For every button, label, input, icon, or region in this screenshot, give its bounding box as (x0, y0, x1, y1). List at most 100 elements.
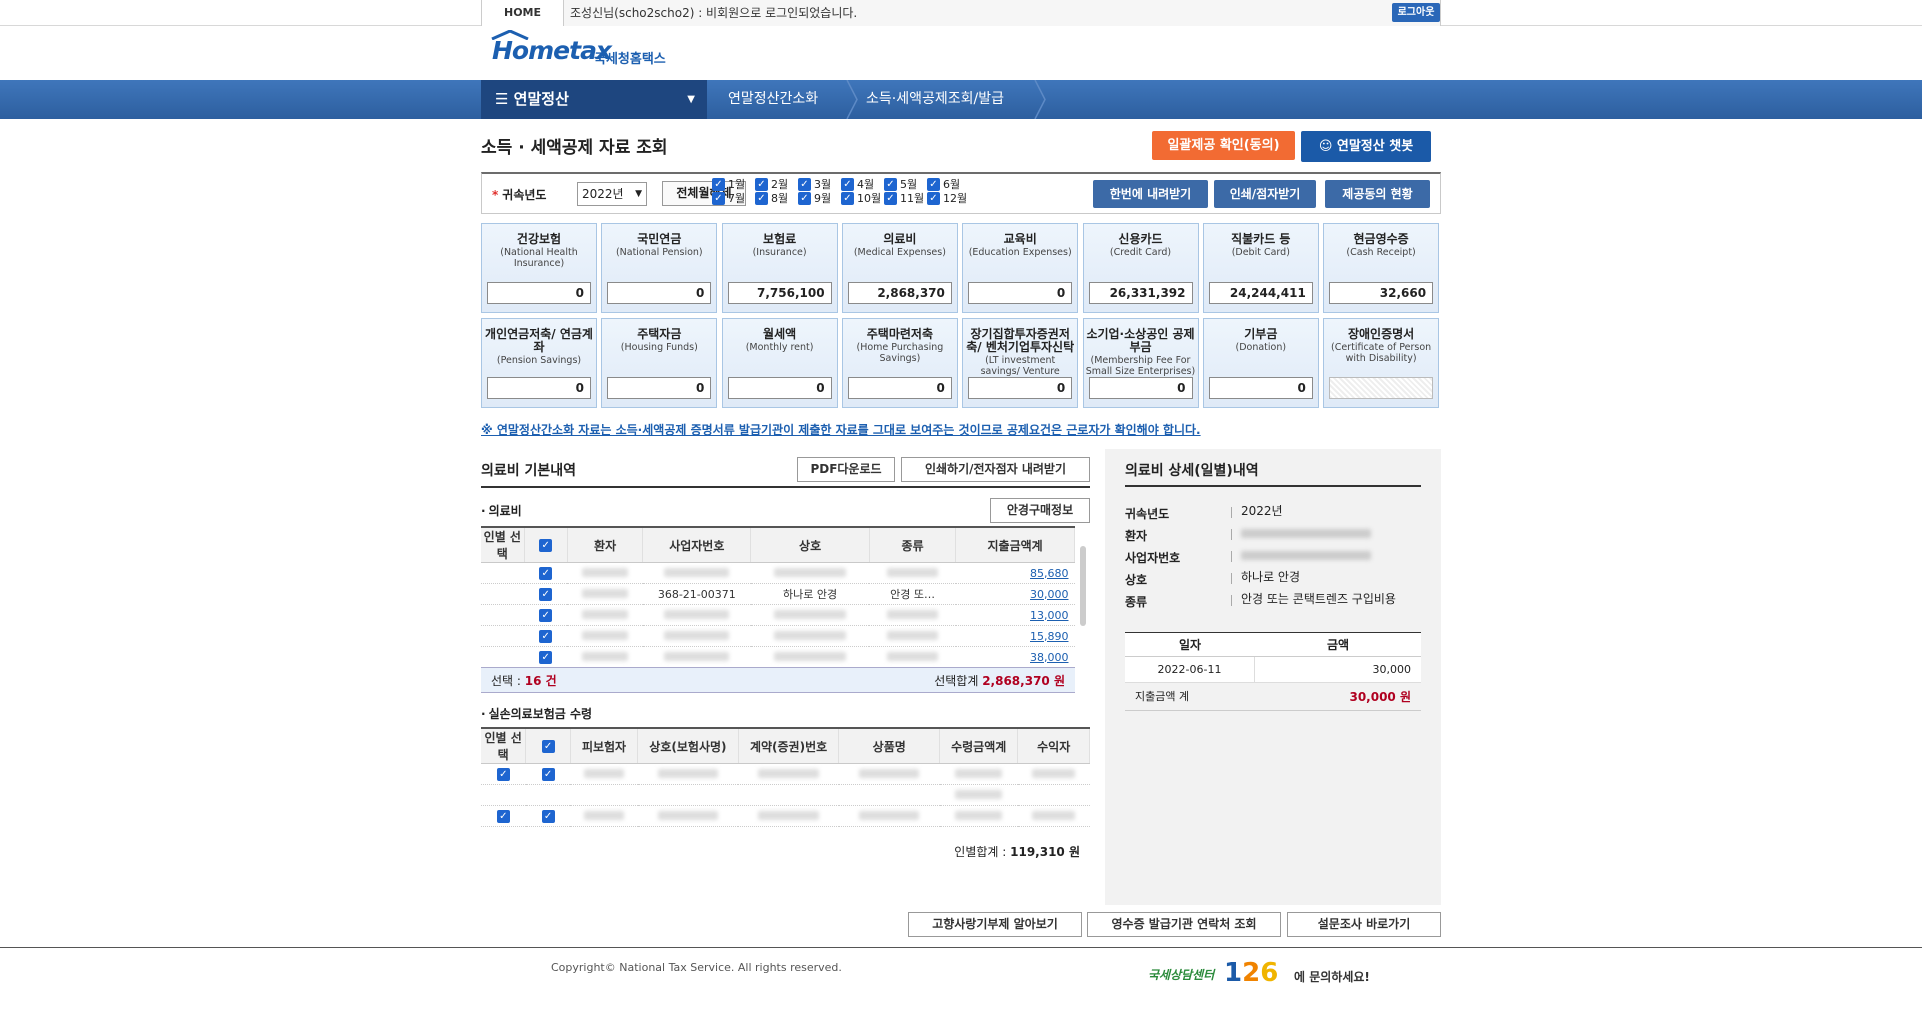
page-title: 소득 · 세액공제 자료 조회 (481, 138, 668, 158)
deduction-card[interactable]: 건강보험 (National Health Insurance) 0 (481, 223, 597, 313)
col-date: 일자 (1178, 638, 1202, 652)
row-checkbox[interactable]: ✓ (496, 809, 510, 823)
hometax-logo[interactable]: Hometax 국세청홈택스 (488, 30, 678, 74)
month-checkbox[interactable]: ✓ 12월 (927, 192, 967, 205)
row-checkbox[interactable]: ✓ (541, 767, 555, 781)
month-checkbox[interactable]: ✓ 11월 (884, 192, 924, 205)
deduction-card[interactable]: 교육비 (Education Expenses) 0 (962, 223, 1079, 313)
column-header: ✓ (524, 528, 568, 563)
checkbox-checked-icon: ✓ (798, 192, 811, 205)
month-checkbox[interactable]: ✓ 1월 (712, 178, 745, 191)
deduction-card[interactable]: 주택마련저축 (Home Purchasing Savings) 0 (841, 318, 958, 408)
amount-link[interactable]: 13,000 (1030, 609, 1069, 622)
month-checkbox[interactable]: ✓ 8월 (755, 192, 788, 205)
cell (637, 784, 739, 806)
deduction-card[interactable]: 장애인증명서 (Certificate of Person with Disabi… (1323, 318, 1440, 408)
bizno-cell (642, 625, 751, 647)
name-cell (750, 625, 870, 647)
cell: ✓ (481, 805, 526, 827)
deduction-card[interactable]: 신용카드 (Credit Card) 26,331,392 (1082, 223, 1199, 313)
column-header: 지출금액계 (955, 528, 1075, 563)
cell: ✓ (524, 625, 568, 647)
amount-link[interactable]: 15,890 (1030, 630, 1069, 643)
issuer-contact-button[interactable]: 영수증 발급기관 연락처 조회 (1087, 912, 1281, 937)
deduction-card[interactable]: 현금영수증 (Cash Receipt) 32,660 (1323, 223, 1440, 313)
hometown-donation-button[interactable]: 고향사랑기부제 알아보기 (908, 912, 1082, 937)
insurance-sub-label: 실손의료보험금 수령 (481, 705, 593, 722)
table-row[interactable]: ✓ ✓ (481, 805, 1090, 827)
nav-menu-yearend[interactable]: ☰ 연말정산 ▼ (481, 80, 707, 119)
amount-link[interactable]: 38,000 (1030, 651, 1069, 664)
deduction-card[interactable]: 장기집합투자증권저축/ 벤처기업투자신탁 (LT investment savin… (962, 318, 1079, 408)
select-all-checkbox[interactable]: ✓ (539, 539, 553, 552)
month-checkbox[interactable]: ✓ 5월 (884, 178, 917, 191)
detail-field-value: 안경 또는 콘택트렌즈 구입비용 (1241, 592, 1396, 606)
notice-text[interactable]: ※ 연말정산간소화 자료는 소득·세액공제 증명서류 발급기관이 제출한 자료를… (481, 421, 1201, 438)
row-checkbox[interactable]: ✓ (541, 809, 555, 823)
batch-consent-button[interactable]: 일괄제공 확인(동의) (1152, 131, 1295, 160)
amount-link[interactable]: 30,000 (1030, 588, 1069, 601)
month-checkbox[interactable]: ✓ 10월 (841, 192, 881, 205)
download-all-button[interactable]: 한번에 내려받기 (1093, 180, 1208, 208)
top-bar-inner: HOME 조성신님(scho2scho2) : 비회원으로 로그인되었습니다. … (481, 0, 1441, 26)
table-row[interactable]: ✓ 85,680 (481, 562, 1075, 584)
kind-cell (869, 646, 956, 666)
card-value: 24,244,411 (1208, 282, 1313, 304)
deduction-card[interactable]: 보험료 (Insurance) 7,756,100 (721, 223, 838, 313)
cell: ✓ (524, 583, 568, 605)
chatbot-button[interactable]: ☺ 연말정산 챗봇 (1301, 131, 1431, 162)
amount-cell: 15,890 (955, 625, 1075, 647)
deduction-card[interactable]: 소기업·소상공인 공제부금 (Membership Fee For Small S… (1082, 318, 1199, 408)
row-checkbox[interactable]: ✓ (539, 629, 553, 643)
logout-button[interactable]: 로그아웃 (1392, 3, 1440, 22)
month-checkbox[interactable]: ✓ 9월 (798, 192, 831, 205)
glasses-info-button[interactable]: 안경구매정보 (990, 498, 1090, 523)
home-link[interactable]: HOME (482, 0, 564, 26)
row-checkbox[interactable]: ✓ (539, 650, 553, 664)
print-download-button[interactable]: 인쇄하기/전자점자 내려받기 (901, 457, 1090, 482)
deduction-card[interactable]: 국민연금 (National Pension) 0 (601, 223, 718, 313)
breadcrumb-simplified[interactable]: 연말정산간소화 (728, 80, 818, 119)
call-center-number: 126 (1224, 958, 1279, 988)
print-braille-button[interactable]: 인쇄/점자받기 (1214, 180, 1316, 208)
separator (1231, 595, 1232, 606)
year-select[interactable]: 2022년 ▼ (577, 182, 647, 206)
consent-status-button[interactable]: 제공동의 현황 (1325, 180, 1430, 208)
breadcrumb-deduction[interactable]: 소득·세액공제조회/발급 (866, 80, 1004, 119)
column-header: 인별 선택 (481, 528, 525, 563)
row-checkbox[interactable]: ✓ (539, 566, 553, 580)
pdf-download-button[interactable]: PDF다운로드 (797, 457, 895, 482)
selection-count: 선택 : 16 건 (491, 674, 557, 688)
deduction-card[interactable]: 개인연금저축/ 연금계좌 (Pension Savings) 0 (481, 318, 597, 408)
row-checkbox[interactable]: ✓ (539, 608, 553, 622)
divider (1125, 485, 1421, 487)
cell: ✓ (524, 646, 568, 666)
month-checkbox[interactable]: ✓ 6월 (927, 178, 960, 191)
select-all-checkbox[interactable]: ✓ (541, 740, 555, 753)
table-row[interactable]: ✓ 13,000 (481, 604, 1075, 626)
deduction-card[interactable]: 월세액 (Monthly rent) 0 (721, 318, 838, 408)
table-row[interactable]: ✓ 38,000 (481, 646, 1075, 666)
checkbox-checked-icon: ✓ (841, 192, 854, 205)
row-checkbox[interactable]: ✓ (539, 587, 553, 601)
survey-button[interactable]: 설문조사 바로가기 (1287, 912, 1441, 937)
deduction-card[interactable]: 기부금 (Donation) 0 (1202, 318, 1319, 408)
row-checkbox[interactable]: ✓ (496, 767, 510, 781)
column-header: ✓ (525, 729, 571, 764)
month-checkbox[interactable]: ✓ 4월 (841, 178, 874, 191)
amount-link[interactable]: 85,680 (1030, 567, 1069, 580)
month-checkbox[interactable]: ✓ 2월 (755, 178, 788, 191)
deduction-card[interactable]: 주택자금 (Housing Funds) 0 (601, 318, 718, 408)
table-row[interactable]: ✓ 15,890 (481, 625, 1075, 647)
deduction-card[interactable]: 직불카드 등 (Debit Card) 24,244,411 (1202, 223, 1319, 313)
card-value: 2,868,370 (847, 282, 952, 304)
deduction-card[interactable]: 의료비 (Medical Expenses) 2,868,370 (841, 223, 958, 313)
table-row[interactable]: ✓ ✓ (481, 763, 1090, 785)
month-checkbox[interactable]: ✓ 7월 (712, 192, 745, 205)
kind-cell (869, 625, 956, 647)
table-row[interactable] (481, 784, 1090, 806)
month-checkbox[interactable]: ✓ 3월 (798, 178, 831, 191)
table-row[interactable]: ✓ 368-21-00371 하나로 안경 안경 또… 30,000 (481, 583, 1075, 605)
scrollbar[interactable] (1080, 546, 1086, 626)
checkbox-checked-icon: ✓ (798, 178, 811, 191)
